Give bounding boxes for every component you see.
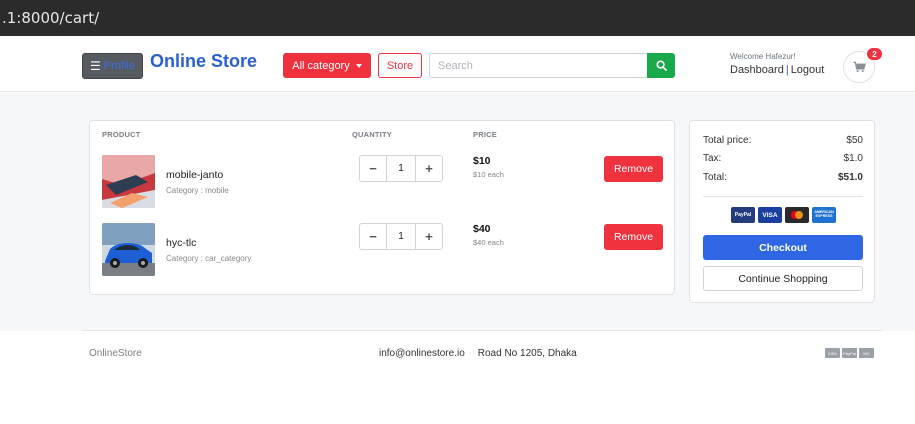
remove-item-button[interactable]: Remove <box>604 156 663 182</box>
footer-payment-icons: VISA PayPal MC <box>825 348 874 358</box>
minus-icon: − <box>369 161 377 176</box>
order-summary-card: Total price: $50 Tax: $1.0 Total: $51.0 … <box>689 120 875 303</box>
summary-divider <box>703 196 863 197</box>
menu-icon: ☰ <box>90 59 101 73</box>
amex-icon: AMERICAN EXPRESS <box>812 207 836 223</box>
footer-brand: OnlineStore <box>89 348 142 359</box>
tax-value: $1.0 <box>843 153 863 164</box>
summary-tax-row: Tax: $1.0 <box>703 153 863 164</box>
cart-count-badge: 2 <box>867 48 882 60</box>
link-separator: | <box>785 64 789 76</box>
site-header: ☰ Profile Online Store All category Stor… <box>0 36 915 92</box>
column-header-price: PRICE <box>473 130 497 139</box>
payment-methods: PayPal VISA AMERICAN EXPRESS <box>731 207 836 223</box>
mastercard-icon: MC <box>859 348 874 358</box>
all-category-label: All category <box>292 59 350 72</box>
footer-address: Road No 1205, Dhaka <box>477 348 577 359</box>
product-thumbnail[interactable] <box>102 155 155 208</box>
product-name[interactable]: mobile-janto <box>166 169 223 181</box>
summary-total-price-row: Total price: $50 <box>703 135 863 146</box>
product-name[interactable]: hyc-tlc <box>166 237 196 249</box>
checkout-button[interactable]: Checkout <box>703 235 863 260</box>
all-category-dropdown[interactable]: All category <box>283 53 371 78</box>
quantity-stepper: − 1 + <box>359 223 443 250</box>
item-unit-price: $10 each <box>473 170 504 179</box>
column-header-quantity: QUANTITY <box>352 130 392 139</box>
paypal-icon: PayPal <box>842 348 857 358</box>
quantity-stepper: − 1 + <box>359 155 443 182</box>
footer-divider <box>82 330 882 331</box>
increase-quantity-button[interactable]: + <box>416 224 442 249</box>
welcome-text: Welcome Hafezur! <box>730 52 796 61</box>
cart-table-card: PRODUCT QUANTITY PRICE mobile-janto Cate… <box>89 120 675 295</box>
browser-url-bar[interactable]: .1:8000/cart/ <box>0 0 915 36</box>
quantity-value[interactable]: 1 <box>386 224 416 249</box>
store-button[interactable]: Store <box>378 53 422 78</box>
footer-email[interactable]: info@onlinestore.io <box>379 348 465 359</box>
shopping-cart-icon <box>852 61 866 73</box>
cart-row: hyc-tlc Category : car_category − 1 + $4… <box>90 223 676 279</box>
search-icon <box>655 60 667 71</box>
dashboard-link[interactable]: Dashboard <box>730 64 784 76</box>
total-price-value: $50 <box>846 135 863 146</box>
search-input[interactable] <box>429 53 648 78</box>
cart-page-main: PRODUCT QUANTITY PRICE mobile-janto Cate… <box>0 93 915 331</box>
column-header-product: PRODUCT <box>102 130 141 139</box>
logout-link[interactable]: Logout <box>791 64 825 76</box>
visa-icon: VISA <box>758 207 782 223</box>
decrease-quantity-button[interactable]: − <box>360 224 386 249</box>
total-label: Total: <box>703 172 727 183</box>
item-price: $10 <box>473 155 491 167</box>
product-thumbnail[interactable] <box>102 223 155 276</box>
minus-icon: − <box>369 229 377 244</box>
total-price-label: Total price: <box>703 135 752 146</box>
summary-total-row: Total: $51.0 <box>703 172 863 183</box>
visa-icon: VISA <box>825 348 840 358</box>
continue-shopping-button[interactable]: Continue Shopping <box>703 266 863 291</box>
plus-icon: + <box>425 161 433 176</box>
mastercard-icon <box>785 207 809 223</box>
plus-icon: + <box>425 229 433 244</box>
product-category: Category : car_category <box>166 254 252 263</box>
caret-down-icon <box>355 63 362 68</box>
item-unit-price: $40 each <box>473 238 504 247</box>
footer-contact: info@onlinestore.io Road No 1205, Dhaka <box>379 348 577 359</box>
account-links: Dashboard | Logout <box>730 64 824 76</box>
profile-button-label: Profile <box>103 60 135 72</box>
remove-item-button[interactable]: Remove <box>604 224 663 250</box>
profile-button[interactable]: ☰ Profile <box>82 53 143 79</box>
total-value: $51.0 <box>837 172 863 183</box>
paypal-icon: PayPal <box>731 207 755 223</box>
quantity-value[interactable]: 1 <box>386 156 416 181</box>
increase-quantity-button[interactable]: + <box>416 156 442 181</box>
tax-label: Tax: <box>703 153 722 164</box>
brand-logo-text[interactable]: Online Store <box>150 51 257 72</box>
search-button[interactable] <box>647 53 675 78</box>
product-category: Category : mobile <box>166 186 229 195</box>
item-price: $40 <box>473 223 491 235</box>
cart-row: mobile-janto Category : mobile − 1 + $10… <box>90 155 676 211</box>
decrease-quantity-button[interactable]: − <box>360 156 386 181</box>
